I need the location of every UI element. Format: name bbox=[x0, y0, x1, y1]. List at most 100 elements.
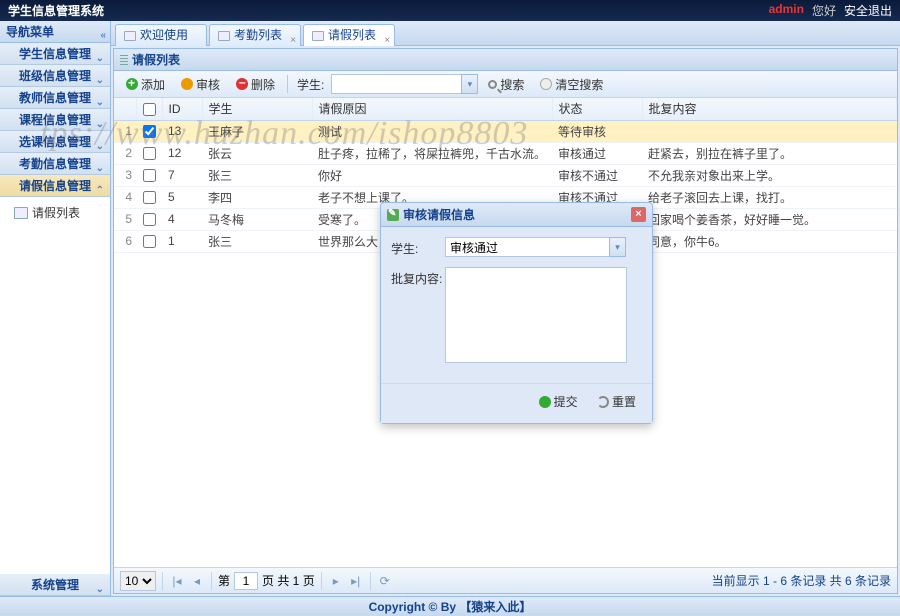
tree-node-leave-list[interactable]: 请假列表 bbox=[10, 201, 110, 224]
cell-id: 7 bbox=[162, 164, 202, 186]
row-checkbox[interactable] bbox=[143, 213, 156, 226]
sidebar-item-course[interactable]: 课程信息管理⌄ bbox=[0, 109, 110, 131]
tab-welcome[interactable]: 欢迎使用 bbox=[115, 24, 207, 46]
add-button[interactable]: 添加 bbox=[120, 74, 171, 95]
first-page-button[interactable]: |◂ bbox=[169, 573, 185, 589]
panel-title: 请假列表 bbox=[114, 49, 897, 71]
row-checkbox[interactable] bbox=[143, 191, 156, 204]
search-icon bbox=[488, 80, 497, 89]
select-all-checkbox[interactable] bbox=[143, 103, 156, 116]
close-icon[interactable]: × bbox=[631, 207, 646, 222]
audit-dialog: 审核请假信息 × 学生: ▾ 批复内容: 提交 重置 bbox=[380, 202, 653, 424]
col-reply[interactable]: 批复内容 bbox=[642, 98, 897, 120]
sidebar-header: 导航菜单 « bbox=[0, 21, 110, 43]
row-number: 2 bbox=[114, 142, 136, 164]
page-size-select[interactable]: 10 bbox=[120, 571, 156, 591]
dialog-header[interactable]: 审核请假信息 × bbox=[381, 203, 652, 227]
page-total-label: 页 共 1 页 bbox=[262, 572, 315, 589]
row-number: 5 bbox=[114, 208, 136, 230]
table-row[interactable]: 113王麻子测试等待审核 bbox=[114, 120, 897, 142]
last-page-button[interactable]: ▸| bbox=[348, 573, 364, 589]
cell-status: 审核通过 bbox=[552, 142, 642, 164]
cell-status: 审核不通过 bbox=[552, 164, 642, 186]
sidebar: 导航菜单 « 学生信息管理⌄ 班级信息管理⌄ 教师信息管理⌄ 课程信息管理⌄ 选… bbox=[0, 21, 111, 596]
cell-id: 5 bbox=[162, 186, 202, 208]
cell-reason: 肚子疼，拉稀了，将屎拉裤兜，千古水流。 bbox=[312, 142, 552, 164]
cell-student: 张三 bbox=[202, 164, 312, 186]
current-user: admin bbox=[769, 2, 804, 19]
chevron-up-icon: ⌃ bbox=[96, 180, 104, 202]
sidebar-item-attendance[interactable]: 考勤信息管理⌄ bbox=[0, 153, 110, 175]
chevron-down-icon: ⌄ bbox=[96, 579, 104, 601]
dialog-title: 审核请假信息 bbox=[403, 206, 475, 223]
page-number-input[interactable] bbox=[234, 572, 258, 590]
dropdown-trigger[interactable]: ▾ bbox=[461, 74, 478, 94]
row-number: 3 bbox=[114, 164, 136, 186]
logout-link[interactable]: 安全退出 bbox=[844, 2, 892, 19]
col-checkbox[interactable] bbox=[136, 98, 162, 120]
close-icon[interactable]: × bbox=[290, 30, 296, 51]
cell-id: 4 bbox=[162, 208, 202, 230]
sidebar-item-system[interactable]: 系统管理⌄ bbox=[0, 574, 110, 596]
table-row[interactable]: 3 7张三你好审核不通过不允我亲对象出来上学。 bbox=[114, 164, 897, 186]
cell-student: 张云 bbox=[202, 142, 312, 164]
table-row[interactable]: 2 12张云肚子疼，拉稀了，将屎拉裤兜，千古水流。审核通过赶紧去，别拉在裤子里了。 bbox=[114, 142, 897, 164]
footer: Copyright © By 【猿来入此】 bbox=[0, 596, 900, 616]
sidebar-item-class[interactable]: 班级信息管理⌄ bbox=[0, 65, 110, 87]
tab-attendance-list[interactable]: 考勤列表× bbox=[209, 24, 301, 46]
clear-icon bbox=[540, 78, 552, 90]
tab-strip: 欢迎使用 考勤列表× 请假列表× bbox=[111, 21, 900, 46]
status-select[interactable] bbox=[445, 237, 609, 257]
col-rownum bbox=[114, 98, 136, 120]
drag-handle-icon bbox=[120, 55, 128, 67]
col-id[interactable]: ID bbox=[162, 98, 202, 120]
sidebar-item-leave[interactable]: 请假信息管理⌃ bbox=[0, 175, 110, 197]
plus-icon bbox=[126, 78, 138, 90]
cell-reply: 同意，你牛6。 bbox=[642, 230, 897, 252]
greeting: 您好 bbox=[812, 2, 836, 19]
check-icon bbox=[539, 396, 551, 408]
dropdown-trigger[interactable]: ▾ bbox=[609, 237, 626, 257]
student-filter-input[interactable] bbox=[331, 74, 461, 94]
cell-id: 12 bbox=[162, 142, 202, 164]
tab-icon bbox=[312, 31, 324, 41]
cell-student: 马冬梅 bbox=[202, 208, 312, 230]
refresh-button[interactable]: ⟳ bbox=[377, 573, 393, 589]
cell-reply bbox=[642, 120, 897, 142]
reset-button[interactable]: 重置 bbox=[589, 390, 644, 413]
tab-icon bbox=[124, 31, 136, 41]
list-icon bbox=[14, 207, 28, 219]
audit-button[interactable]: 审核 bbox=[175, 74, 226, 95]
cell-reply: 给老子滚回去上课，找打。 bbox=[642, 186, 897, 208]
row-checkbox[interactable] bbox=[143, 147, 156, 160]
search-button[interactable]: 搜索 bbox=[482, 74, 530, 95]
app-title: 学生信息管理系统 bbox=[8, 2, 104, 19]
row-number: 6 bbox=[114, 230, 136, 252]
prev-page-button[interactable]: ◂ bbox=[189, 573, 205, 589]
tab-leave-list[interactable]: 请假列表× bbox=[303, 24, 395, 46]
col-reason[interactable]: 请假原因 bbox=[312, 98, 552, 120]
cell-reply: 回家喝个姜香茶，好好睡一觉。 bbox=[642, 208, 897, 230]
delete-button[interactable]: 删除 bbox=[230, 74, 281, 95]
cell-reason: 你好 bbox=[312, 164, 552, 186]
clear-search-button[interactable]: 清空搜索 bbox=[534, 74, 609, 95]
row-number: 4 bbox=[114, 186, 136, 208]
col-student[interactable]: 学生 bbox=[202, 98, 312, 120]
col-status[interactable]: 状态 bbox=[552, 98, 642, 120]
reply-textarea[interactable] bbox=[445, 267, 627, 363]
submit-button[interactable]: 提交 bbox=[531, 390, 586, 413]
row-checkbox[interactable] bbox=[143, 125, 156, 138]
sidebar-item-student[interactable]: 学生信息管理⌄ bbox=[0, 43, 110, 65]
cell-reply: 赶紧去，别拉在裤子里了。 bbox=[642, 142, 897, 164]
sidebar-item-teacher[interactable]: 教师信息管理⌄ bbox=[0, 87, 110, 109]
close-icon[interactable]: × bbox=[384, 30, 390, 51]
student-filter-label: 学生: bbox=[297, 76, 324, 93]
row-checkbox[interactable] bbox=[143, 169, 156, 182]
dialog-reply-label: 批复内容: bbox=[391, 267, 445, 287]
cell-reply: 不允我亲对象出来上学。 bbox=[642, 164, 897, 186]
row-checkbox[interactable] bbox=[143, 235, 156, 248]
sidebar-item-elective[interactable]: 选课信息管理⌄ bbox=[0, 131, 110, 153]
cell-id: 1 bbox=[162, 230, 202, 252]
pager-info: 当前显示 1 - 6 条记录 共 6 条记录 bbox=[712, 572, 891, 589]
next-page-button[interactable]: ▸ bbox=[328, 573, 344, 589]
